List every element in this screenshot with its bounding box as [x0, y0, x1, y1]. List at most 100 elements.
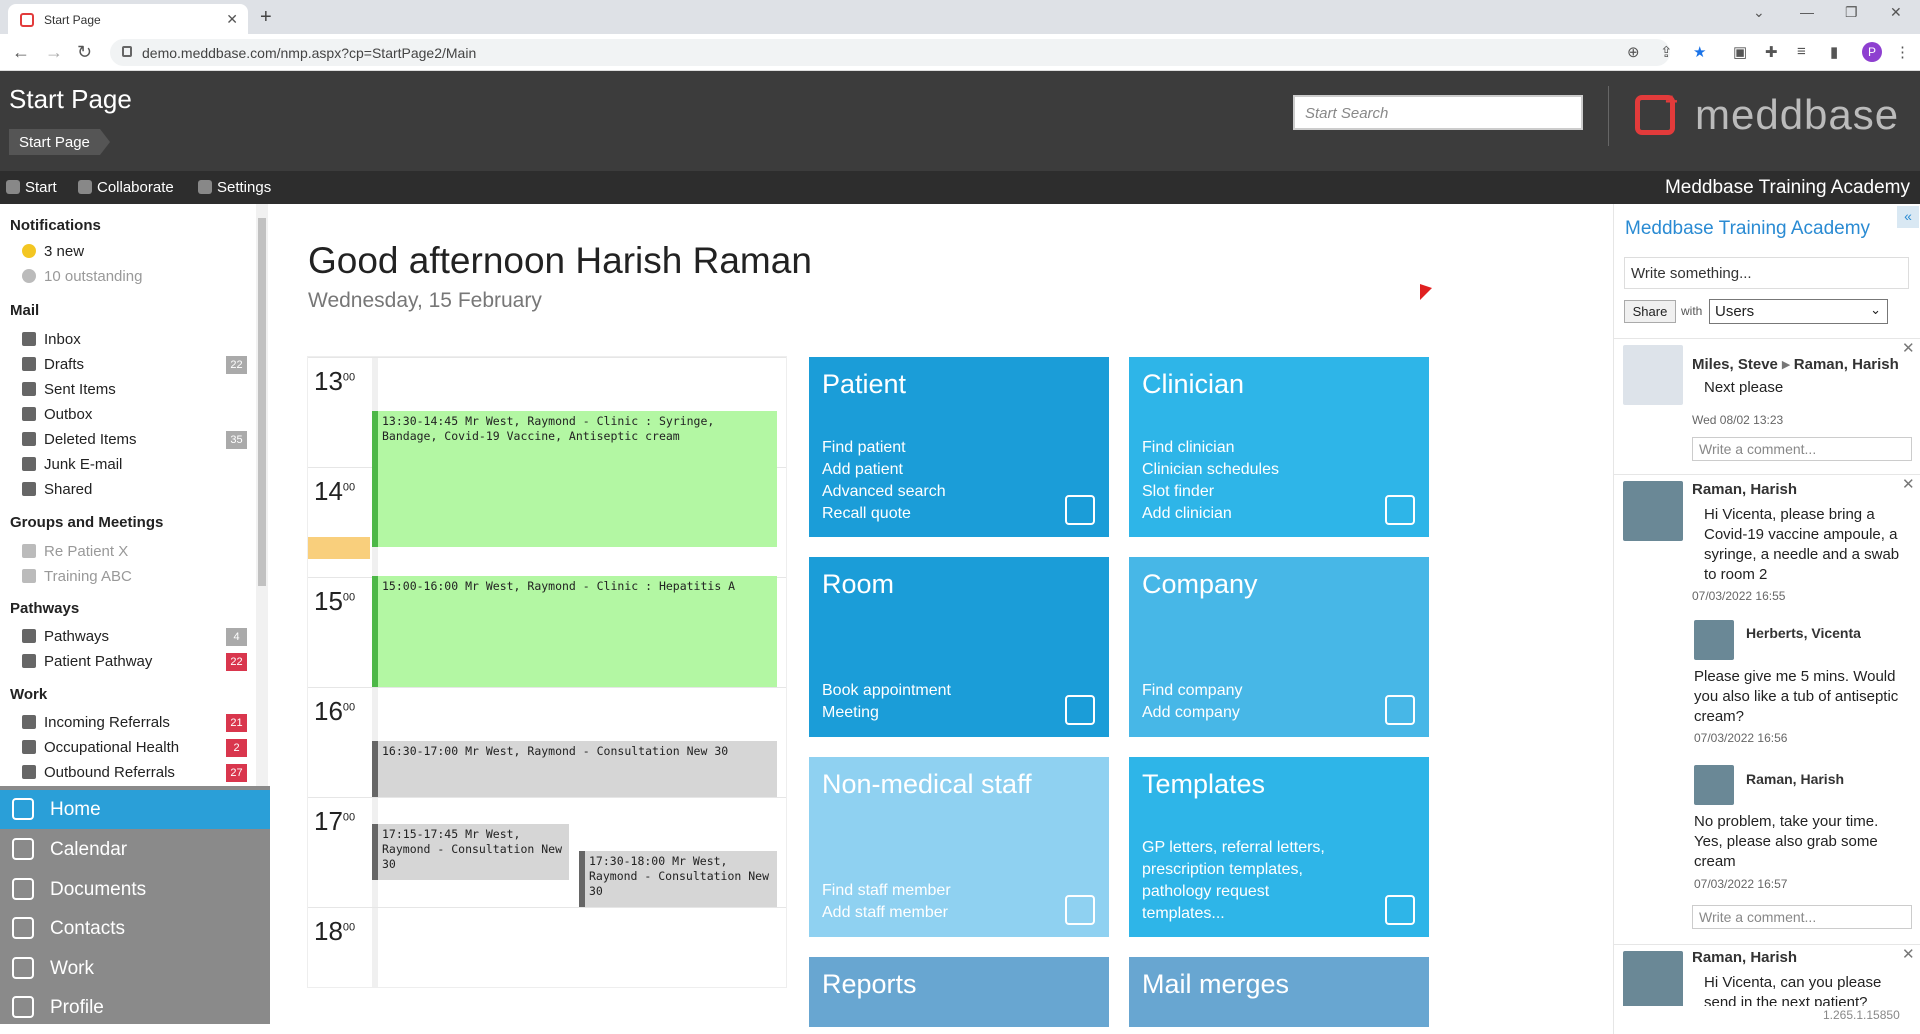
comment-input[interactable]: Write a comment... — [1692, 437, 1912, 461]
audience-select[interactable]: Users ⌄ — [1709, 299, 1888, 324]
tile-templates[interactable]: Templates GP letters, referral letters, … — [1129, 757, 1429, 937]
building-icon — [1385, 695, 1415, 725]
nav-profile[interactable]: Profile — [0, 988, 270, 1027]
tile-link: pathology request — [1142, 883, 1270, 900]
sidebar-item-inbox[interactable]: Inbox — [22, 331, 247, 351]
reply-author[interactable]: Herberts, Vicenta — [1746, 625, 1861, 641]
extension-icon[interactable]: ▣ — [1733, 43, 1747, 61]
tile-link[interactable]: Add staff member — [822, 902, 951, 924]
tile-link[interactable]: Find clinician — [1142, 437, 1279, 459]
start-search-input[interactable]: Start Search — [1293, 95, 1583, 130]
sidebar-item-deleted[interactable]: Deleted Items 35 — [22, 431, 247, 451]
tile-link[interactable]: Add company — [1142, 702, 1243, 724]
appointment[interactable]: 17:15-17:45 Mr West, Raymond - Consultat… — [372, 824, 569, 880]
zoom-icon[interactable]: ⊕ — [1627, 43, 1640, 61]
collapse-panel-icon[interactable]: « — [1897, 206, 1919, 228]
sidebar-item-outbox[interactable]: Outbox — [22, 406, 247, 426]
sidebar-item-patient-pathway[interactable]: Patient Pathway 22 — [22, 653, 247, 673]
tile-clinician[interactable]: Clinician Find clinician Clinician sched… — [1129, 357, 1429, 537]
nav-documents[interactable]: Documents — [0, 870, 270, 909]
sidebar-item-drafts[interactable]: Drafts 22 — [22, 356, 247, 376]
tile-link[interactable]: Clinician schedules — [1142, 459, 1279, 481]
close-window-icon[interactable]: ✕ — [1890, 4, 1902, 21]
sidebar-item-group[interactable]: Re Patient X — [22, 543, 247, 563]
close-icon[interactable]: ✕ — [1902, 339, 1915, 357]
post-author[interactable]: Miles, Steve ▸ Raman, Harish — [1692, 355, 1899, 373]
menu-kebab-icon[interactable]: ⋮ — [1895, 43, 1910, 61]
sidebar-item-outstanding[interactable]: 10 outstanding — [22, 268, 247, 288]
post-text: Hi Vicenta, please bring a Covid-19 vacc… — [1704, 506, 1900, 583]
share-button[interactable]: Share — [1624, 300, 1676, 323]
breadcrumb[interactable]: Start Page — [9, 129, 110, 155]
tile-link[interactable]: Book appointment — [822, 680, 951, 702]
browser-tab[interactable]: Start Page ✕ — [8, 4, 248, 34]
sidebar-item-new-notifications[interactable]: 3 new — [22, 243, 247, 263]
meddbase-favicon-icon — [20, 13, 34, 27]
tab-search-icon[interactable]: ⌄ — [1753, 4, 1765, 21]
back-icon[interactable]: ← — [12, 42, 30, 63]
tile-link[interactable]: Advanced search — [822, 481, 946, 503]
tile-non-medical-staff[interactable]: Non-medical staff Find staff member Add … — [809, 757, 1109, 937]
pathways-count-badge: 4 — [226, 628, 247, 646]
post-author[interactable]: Raman, Harish — [1692, 481, 1797, 498]
sidebar-item-occupational-health[interactable]: Occupational Health 2 — [22, 739, 247, 759]
tile-company[interactable]: Company Find company Add company — [1129, 557, 1429, 737]
new-tab-icon[interactable]: + — [260, 6, 272, 29]
post-author[interactable]: Raman, Harish — [1692, 949, 1797, 966]
tile-link[interactable]: Slot finder — [1142, 481, 1279, 503]
close-tab-icon[interactable]: ✕ — [226, 11, 238, 28]
comment-input[interactable]: Write a comment... — [1692, 905, 1912, 929]
reload-icon[interactable]: ↻ — [77, 42, 92, 63]
tile-link[interactable]: Recall quote — [822, 503, 946, 525]
tile-link[interactable]: Find patient — [822, 437, 946, 459]
tile-link[interactable]: Add patient — [822, 459, 946, 481]
profile-avatar[interactable]: P — [1862, 42, 1882, 62]
nav-start[interactable]: Start — [6, 179, 57, 196]
close-icon[interactable]: ✕ — [1902, 475, 1915, 493]
puzzle-icon[interactable]: ✚ — [1765, 43, 1778, 61]
sidebar-scroll-thumb[interactable] — [258, 218, 266, 586]
nav-settings[interactable]: Settings — [198, 179, 271, 196]
sidebar-item-junk[interactable]: Junk E-mail — [22, 456, 247, 476]
close-icon[interactable]: ✕ — [1902, 945, 1915, 963]
reply-author[interactable]: Raman, Harish — [1746, 771, 1844, 787]
sidebar-item-sent[interactable]: Sent Items — [22, 381, 247, 401]
app-header: Start Page Start Page Start Search + med… — [0, 71, 1920, 171]
sidebar-item-shared[interactable]: Shared — [22, 481, 247, 501]
sidebar-item-group[interactable]: Training ABC — [22, 568, 247, 588]
feed-post: Raman, Harish Hi Vicenta, please bring a… — [1614, 474, 1920, 944]
tile-room[interactable]: Room Book appointment Meeting — [809, 557, 1109, 737]
bookmark-star-icon[interactable]: ★ — [1693, 43, 1706, 61]
tile-link[interactable]: Add clinician — [1142, 503, 1279, 525]
url-field[interactable]: demo.meddbase.com/nmp.aspx?cp=StartPage2… — [110, 39, 1670, 66]
nav-calendar[interactable]: Calendar — [0, 830, 270, 869]
minimize-icon[interactable]: — — [1800, 4, 1814, 20]
nav-collaborate[interactable]: Collaborate — [78, 179, 174, 196]
sidepanel-icon[interactable]: ▮ — [1830, 43, 1838, 61]
nav-home[interactable]: Home — [0, 790, 270, 829]
write-post-input[interactable]: Write something... — [1624, 257, 1909, 289]
tile-link[interactable]: Find staff member — [822, 880, 951, 902]
logo-plus-icon: + — [1665, 89, 1678, 114]
nav-contacts[interactable]: Contacts — [0, 909, 270, 948]
sidebar-item-outbound-referrals[interactable]: Outbound Referrals 27 — [22, 764, 247, 784]
tile-link[interactable]: Meeting — [822, 702, 951, 724]
appointment[interactable]: 17:30-18:00 Mr West, Raymond - Consultat… — [579, 851, 777, 907]
day-calendar: 1300 1400 1500 1600 1700 1800 13:30-14:4… — [307, 356, 787, 988]
person-icon — [12, 996, 34, 1018]
tile-patient[interactable]: Patient Find patient Add patient Advance… — [809, 357, 1109, 537]
restore-icon[interactable]: ❐ — [1845, 4, 1858, 21]
tile-link[interactable]: Find company — [1142, 680, 1243, 702]
sidebar-item-pathways[interactable]: Pathways 4 — [22, 628, 247, 648]
appointment[interactable]: 13:30-14:45 Mr West, Raymond - Clinic : … — [372, 411, 777, 547]
tile-reports[interactable]: Reports — [809, 957, 1109, 1027]
nav-work[interactable]: Work — [0, 949, 270, 988]
sidebar-item-incoming-referrals[interactable]: Incoming Referrals 21 — [22, 714, 247, 734]
appointment[interactable]: 16:30-17:00 Mr West, Raymond - Consultat… — [372, 741, 777, 797]
forward-icon[interactable]: → — [45, 42, 63, 63]
appointment[interactable]: 15:00-16:00 Mr West, Raymond - Clinic : … — [372, 576, 777, 687]
share-page-icon[interactable]: ⇪ — [1660, 43, 1673, 61]
lock-icon — [122, 46, 132, 57]
media-icon[interactable]: ≡ — [1797, 43, 1806, 60]
tile-mail-merges[interactable]: Mail merges — [1129, 957, 1429, 1027]
